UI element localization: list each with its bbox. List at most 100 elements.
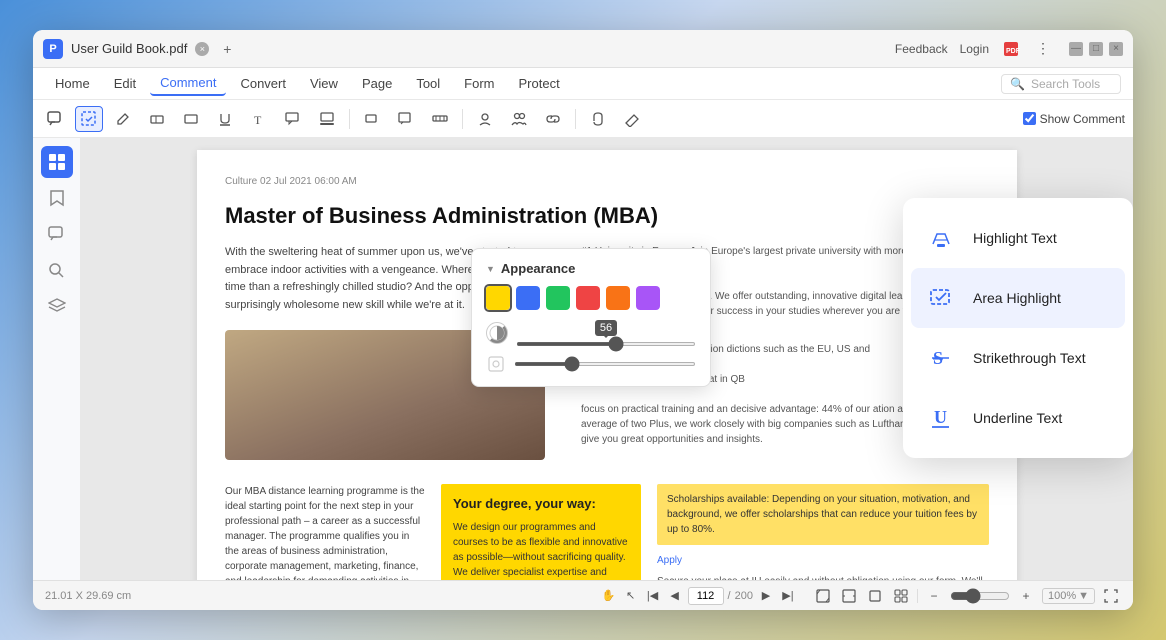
nav-cursor-btn[interactable]: ↖ (622, 587, 640, 605)
nav-last-btn[interactable]: ▶| (779, 587, 797, 605)
zoom-out-btn[interactable]: − (924, 586, 944, 606)
link-btn[interactable] (539, 106, 567, 132)
maximize-button[interactable]: □ (1089, 42, 1103, 56)
dropdown-underline[interactable]: U Underline Text (911, 388, 1125, 448)
blur-slider[interactable] (514, 362, 696, 366)
nav-prev-btn[interactable]: ◀ (666, 587, 684, 605)
color-swatch-green[interactable] (546, 286, 570, 310)
pdf-right-col: Scholarships available: Depending on you… (657, 484, 989, 580)
opacity-row: 56 (486, 320, 696, 346)
menu-protect[interactable]: Protect (509, 72, 570, 95)
search-placeholder: Search Tools (1031, 77, 1100, 91)
zoom-slider[interactable] (950, 588, 1010, 604)
menu-home[interactable]: Home (45, 72, 100, 95)
opacity-icon[interactable] (486, 322, 508, 344)
dropdown-strikethrough[interactable]: S Strikethrough Text (911, 328, 1125, 388)
title-bar-right: Feedback Login PDF ⋮ — □ × (895, 39, 1123, 59)
zoom-dropdown-icon: ▼ (1078, 590, 1089, 602)
group-user-btn[interactable] (505, 106, 533, 132)
pdf-title: Master of Business Administration (MBA) (225, 199, 989, 232)
rect-btn[interactable] (177, 106, 205, 132)
yellow-box-title: Your degree, your way: (453, 494, 629, 514)
nav-next-btn[interactable]: ▶ (757, 587, 775, 605)
menu-form[interactable]: Form (454, 72, 504, 95)
shape-btn[interactable] (358, 106, 386, 132)
color-swatch-purple[interactable] (636, 286, 660, 310)
stamp-btn[interactable] (313, 106, 341, 132)
page-sep: / (728, 590, 731, 602)
highlight-text-label: Highlight Text (973, 230, 1057, 246)
text-btn[interactable]: T (245, 106, 273, 132)
eraser-btn[interactable] (143, 106, 171, 132)
zoom-value-select[interactable]: 100% ▼ (1042, 588, 1095, 604)
sidebar-icon-panels[interactable] (41, 146, 73, 178)
pdf-apply: Apply (657, 553, 989, 568)
signature-btn[interactable] (471, 106, 499, 132)
appearance-panel: Appearance 56 (471, 248, 711, 387)
zoom-in-btn[interactable]: + (1016, 586, 1036, 606)
sidebar-icon-layers[interactable] (41, 290, 73, 322)
menu-edit[interactable]: Edit (104, 72, 146, 95)
pdf-yellow-box: Your degree, your way: We design our pro… (441, 484, 641, 580)
login-button[interactable]: Login (960, 42, 989, 56)
fit-width-btn[interactable] (839, 586, 859, 606)
more-options-button[interactable]: ⋮ (1033, 39, 1053, 59)
pdf-secure: Secure your place at IU easily and witho… (657, 574, 989, 580)
attachment-btn[interactable] (584, 106, 612, 132)
dimensions-label: 21.01 X 29.69 cm (45, 590, 131, 602)
highlight-text-icon (923, 220, 959, 256)
separator-1 (349, 109, 350, 129)
underline-btn[interactable] (211, 106, 239, 132)
feedback-button[interactable]: Feedback (895, 42, 948, 56)
callout-btn[interactable] (279, 106, 307, 132)
menu-bar: Home Edit Comment Convert View Page Tool… (33, 68, 1133, 100)
add-tab-button[interactable]: + (217, 39, 237, 59)
color-swatch-orange[interactable] (606, 286, 630, 310)
rotate-btn[interactable] (865, 586, 885, 606)
color-swatch-red[interactable] (576, 286, 600, 310)
sidebar-icon-search[interactable] (41, 254, 73, 286)
close-tab-button[interactable]: × (195, 42, 209, 56)
title-bar: P User Guild Book.pdf × + Feedback Login… (33, 30, 1133, 68)
menu-view[interactable]: View (300, 72, 348, 95)
opacity-slider[interactable] (516, 342, 696, 346)
show-comment-checkbox[interactable] (1023, 112, 1036, 125)
menu-comment[interactable]: Comment (150, 71, 226, 96)
dropdown-highlight-text[interactable]: Highlight Text (911, 208, 1125, 268)
comment-tool-btn[interactable] (41, 106, 69, 132)
pdf-date: Culture 02 Jul 2021 06:00 AM (225, 174, 989, 189)
menu-tool[interactable]: Tool (406, 72, 450, 95)
app-logo: P (43, 39, 63, 59)
close-window-button[interactable]: × (1109, 42, 1123, 56)
blur-row (486, 354, 696, 374)
edit-btn[interactable] (618, 106, 646, 132)
bottom-bar: 21.01 X 29.69 cm ✋ ↖ |◀ ◀ / 200 ▶ ▶| (33, 580, 1133, 610)
fullscreen-btn[interactable] (1101, 586, 1121, 606)
nav-first-btn[interactable]: |◀ (644, 587, 662, 605)
minimize-button[interactable]: — (1069, 42, 1083, 56)
page-input[interactable] (688, 587, 724, 605)
menu-convert[interactable]: Convert (230, 72, 296, 95)
comment-box-btn[interactable] (392, 106, 420, 132)
area-highlight-label: Area Highlight (973, 290, 1061, 306)
sidebar-icon-bookmark[interactable] (41, 182, 73, 214)
sidebar-icon-comment[interactable] (41, 218, 73, 250)
pencil-btn[interactable] (109, 106, 137, 132)
opacity-badge: 56 (595, 320, 617, 336)
pdf-icon-button[interactable]: PDF (1001, 39, 1021, 59)
menu-page[interactable]: Page (352, 72, 402, 95)
sidebar-left (33, 138, 81, 580)
highlight-area-btn[interactable] (75, 106, 103, 132)
search-tools-input[interactable]: 🔍 Search Tools (1001, 74, 1121, 94)
color-swatch-blue[interactable] (516, 286, 540, 310)
svg-text:PDF: PDF (1006, 48, 1020, 55)
dropdown-area-highlight[interactable]: Area Highlight (911, 268, 1125, 328)
nav-hand-btn[interactable]: ✋ (600, 587, 618, 605)
svg-text:T: T (254, 113, 262, 127)
measure-btn[interactable] (426, 106, 454, 132)
toolbar: T (33, 100, 1133, 138)
color-swatch-yellow[interactable] (486, 286, 510, 310)
search-icon: 🔍 (1010, 77, 1025, 91)
thumbnail-view-btn[interactable] (891, 586, 911, 606)
fit-page-btn[interactable] (813, 586, 833, 606)
